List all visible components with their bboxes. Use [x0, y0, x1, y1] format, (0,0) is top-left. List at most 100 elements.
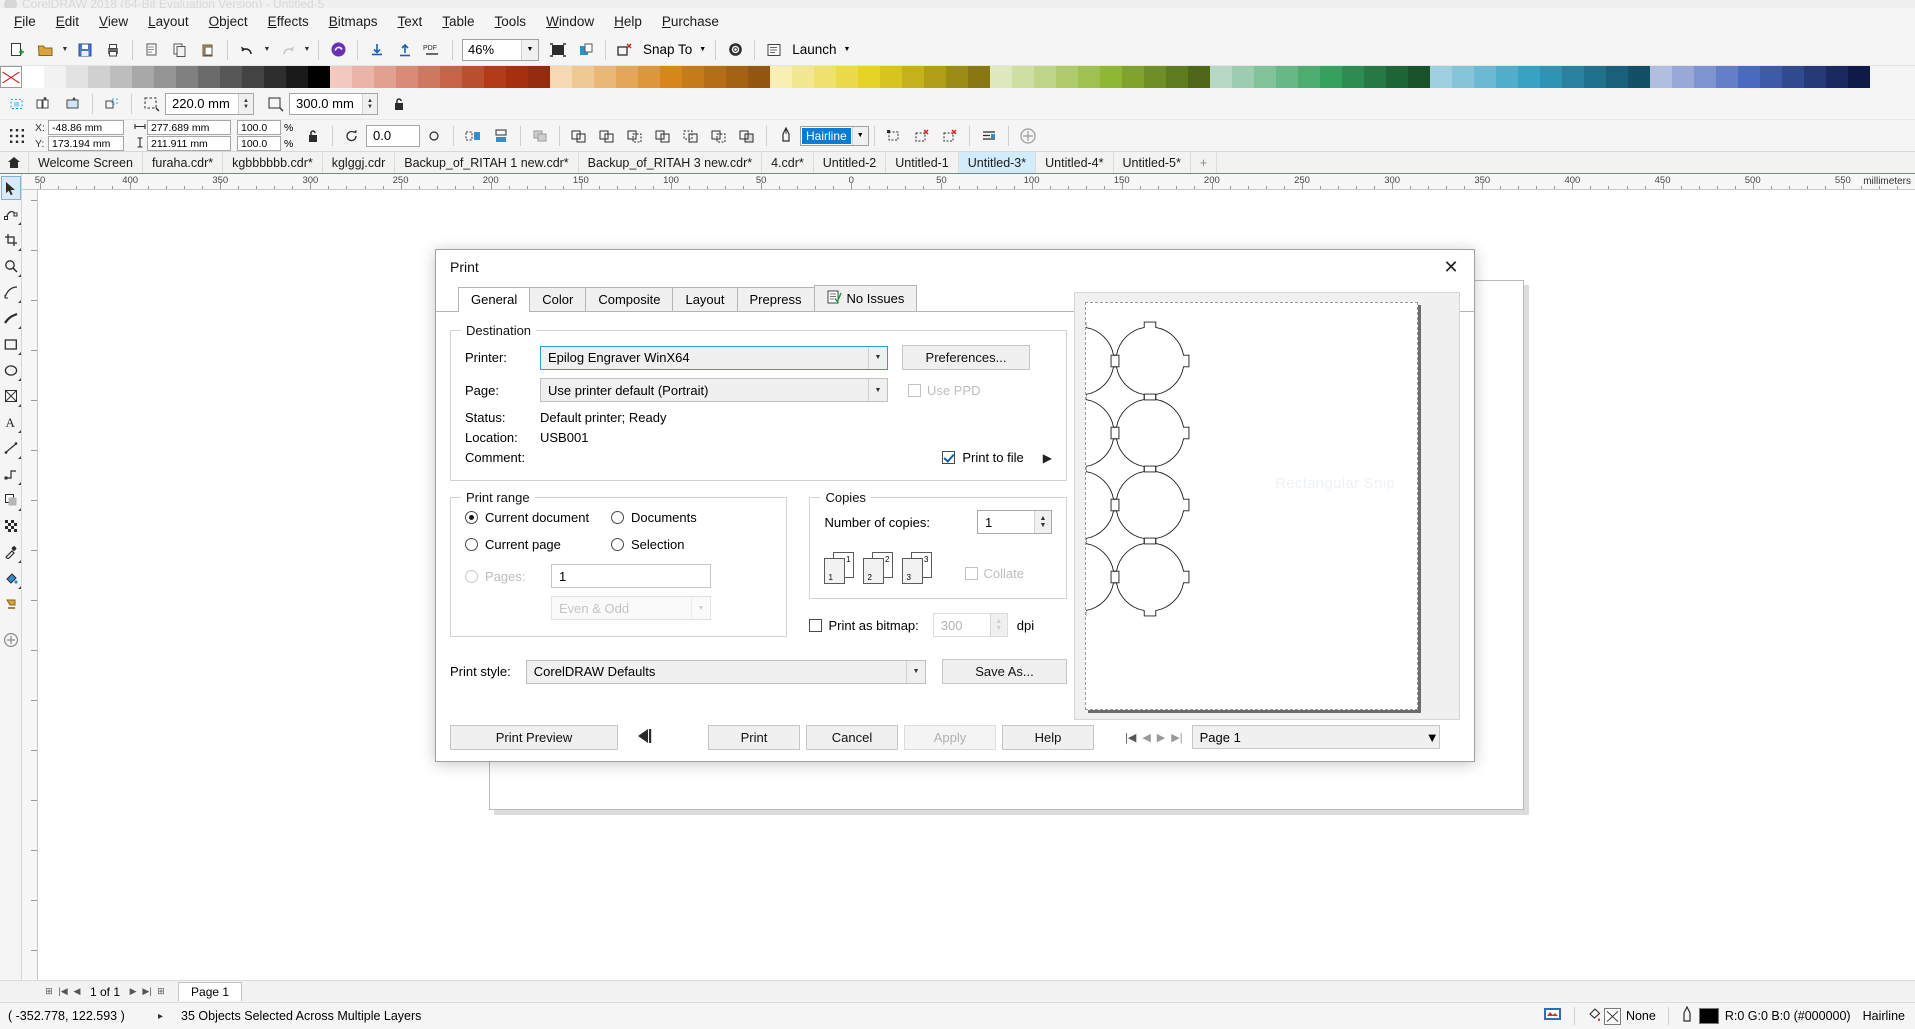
- number-of-copies-value[interactable]: 1: [978, 511, 1034, 533]
- palette-swatch[interactable]: [1298, 66, 1320, 88]
- tool-text[interactable]: A: [1, 410, 21, 434]
- palette-swatch[interactable]: [506, 66, 528, 88]
- dialog-tab-color[interactable]: Color: [529, 287, 587, 311]
- radio-documents-indicator[interactable]: [611, 511, 624, 524]
- document-tab[interactable]: kglggj.cdr: [323, 152, 396, 173]
- palette-swatch[interactable]: [880, 66, 902, 88]
- zoom-dropdown-icon[interactable]: ▼: [521, 39, 538, 60]
- palette-swatch[interactable]: [1056, 66, 1078, 88]
- palette-swatch[interactable]: [176, 66, 198, 88]
- import-icon[interactable]: [364, 37, 390, 63]
- tool-crop[interactable]: [1, 228, 21, 252]
- palette-swatch[interactable]: [1826, 66, 1848, 88]
- radio-current-page-indicator[interactable]: [465, 538, 478, 551]
- palette-swatch[interactable]: [1650, 66, 1672, 88]
- home-icon[interactable]: [0, 152, 29, 173]
- printer-value[interactable]: Epilog Engraver WinX64: [541, 350, 868, 365]
- tool-freehand[interactable]: [1, 280, 21, 304]
- palette-swatch[interactable]: [242, 66, 264, 88]
- palette-swatch[interactable]: [726, 66, 748, 88]
- cut-icon[interactable]: [139, 37, 165, 63]
- front-minus-back-icon[interactable]: [678, 123, 704, 149]
- palette-swatch[interactable]: [286, 66, 308, 88]
- tool-pick[interactable]: [0, 176, 21, 200]
- palette-swatch[interactable]: [1408, 66, 1430, 88]
- print-preview-panel[interactable]: Rectangular Snip: [1040, 292, 1460, 720]
- menu-file[interactable]: File: [4, 10, 46, 33]
- tool-artistic-media[interactable]: [1, 306, 21, 330]
- undo-icon[interactable]: [234, 37, 260, 63]
- use-ppd-checkbox-row[interactable]: Use PPD: [908, 383, 980, 398]
- menu-object[interactable]: Object: [199, 10, 258, 33]
- create-boundary-icon[interactable]: [734, 123, 760, 149]
- palette-swatch[interactable]: [1672, 66, 1694, 88]
- page-height-field[interactable]: 300.0 mm ▲ ▼: [289, 92, 378, 115]
- previous-page-icon[interactable]: ◀: [70, 984, 84, 1000]
- paste-icon[interactable]: [195, 37, 221, 63]
- number-of-copies-spinner[interactable]: 1 ▲ ▼: [977, 510, 1052, 534]
- document-tab[interactable]: Untitled-1: [886, 152, 959, 173]
- dialog-tab-layout[interactable]: Layout: [672, 287, 738, 311]
- pages-input[interactable]: 1: [551, 564, 711, 588]
- menu-help[interactable]: Help: [604, 10, 652, 33]
- open-dropdown-icon[interactable]: ▼: [59, 38, 71, 62]
- palette-swatch[interactable]: [792, 66, 814, 88]
- preview-last-page-icon[interactable]: ▶|: [1168, 731, 1185, 744]
- weld-icon[interactable]: [566, 123, 592, 149]
- help-button[interactable]: Help: [1002, 724, 1094, 750]
- page-value[interactable]: Use printer default (Portrait): [541, 383, 868, 398]
- radio-current-page[interactable]: Current page: [465, 537, 611, 552]
- lock-ratio-icon[interactable]: [300, 123, 326, 149]
- page-dropdown-icon[interactable]: ▼: [868, 379, 887, 401]
- object-width-input[interactable]: 277.689 mm: [147, 120, 231, 135]
- fill-none-swatch[interactable]: [1603, 1007, 1621, 1025]
- palette-swatch[interactable]: [1034, 66, 1056, 88]
- document-tab[interactable]: kgbbbbbb.cdr*: [223, 152, 323, 173]
- snap-off-icon[interactable]: [612, 37, 638, 63]
- print-as-bitmap-checkbox[interactable]: [809, 618, 823, 632]
- lock-page-ratio-icon[interactable]: [386, 91, 412, 117]
- palette-swatch[interactable]: [1166, 66, 1188, 88]
- tool-shape[interactable]: [1, 202, 21, 226]
- palette-swatch[interactable]: [528, 66, 550, 88]
- printer-dropdown-icon[interactable]: ▼: [868, 346, 887, 369]
- palette-swatch[interactable]: [154, 66, 176, 88]
- text-wrap-icon[interactable]: [976, 123, 1002, 149]
- radio-current-document-indicator[interactable]: [465, 511, 478, 524]
- palette-swatch[interactable]: [264, 66, 286, 88]
- tool-interactive-fill[interactable]: [1, 566, 21, 590]
- show-hide-rulers-icon[interactable]: [573, 37, 599, 63]
- palette-swatch[interactable]: [352, 66, 374, 88]
- palette-swatch[interactable]: [1584, 66, 1606, 88]
- page-width-spinner[interactable]: ▲ ▼: [238, 93, 253, 114]
- palette-swatch[interactable]: [22, 66, 44, 88]
- palette-swatch[interactable]: [1210, 66, 1232, 88]
- tool-polygon[interactable]: [1, 384, 21, 408]
- palette-swatch[interactable]: [374, 66, 396, 88]
- palette-swatch[interactable]: [1276, 66, 1298, 88]
- preferences-button[interactable]: Preferences...: [902, 345, 1030, 370]
- launch-apps-icon[interactable]: [761, 37, 787, 63]
- document-color-settings-icon[interactable]: [1543, 1006, 1562, 1026]
- document-tab[interactable]: Backup_of_RITAH 3 new.cdr*: [579, 152, 763, 173]
- palette-swatch[interactable]: [704, 66, 726, 88]
- print-style-dropdown-icon[interactable]: ▼: [906, 660, 926, 683]
- radio-current-document[interactable]: Current document: [465, 510, 611, 525]
- menu-bitmaps[interactable]: Bitmaps: [319, 10, 388, 33]
- palette-swatch[interactable]: [1716, 66, 1738, 88]
- palette-swatch[interactable]: [1738, 66, 1760, 88]
- open-document-icon[interactable]: [32, 37, 58, 63]
- palette-swatch[interactable]: [990, 66, 1012, 88]
- remove-outline-icon[interactable]: [937, 123, 963, 149]
- palette-swatch[interactable]: [1804, 66, 1826, 88]
- palette-swatch[interactable]: [1254, 66, 1276, 88]
- page-height-spinner[interactable]: ▲ ▼: [362, 93, 377, 114]
- convert-to-curves-icon[interactable]: [881, 123, 907, 149]
- preview-page-value[interactable]: Page 1: [1193, 730, 1426, 745]
- object-height-input[interactable]: 211.911 mm: [147, 136, 231, 151]
- palette-swatch[interactable]: [1430, 66, 1452, 88]
- palette-swatch[interactable]: [308, 66, 330, 88]
- palette-swatch[interactable]: [1122, 66, 1144, 88]
- palette-swatch[interactable]: [330, 66, 352, 88]
- outline-width-dropdown-icon[interactable]: ▼: [851, 126, 868, 145]
